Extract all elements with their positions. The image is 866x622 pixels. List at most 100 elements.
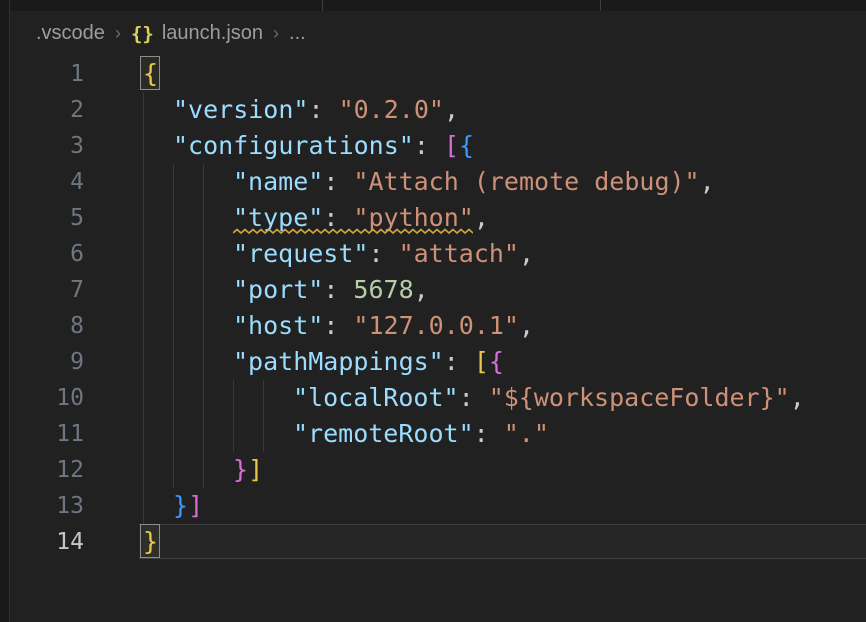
code-token: } (143, 527, 158, 556)
code-editor[interactable]: 1{2"version": "0.2.0",3"configurations":… (10, 56, 866, 622)
indent-guide (173, 272, 174, 308)
indent-guide (203, 380, 204, 416)
code-line[interactable]: 3 "configurations": [{ (10, 128, 866, 164)
code-token: "request" (233, 239, 368, 268)
line-content[interactable]: }] (233, 452, 263, 488)
code-token: , (444, 95, 459, 124)
indent-guide (143, 164, 144, 200)
code-token: : (323, 167, 353, 196)
chevron-right-icon: › (273, 23, 279, 44)
indent-guide (143, 308, 144, 344)
code-line[interactable]: 1{ (10, 56, 866, 92)
code-line[interactable]: 10 "localRoot": "${workspaceFolder}", (10, 380, 866, 416)
code-line[interactable]: 6 "request": "attach", (10, 236, 866, 272)
line-content[interactable]: "remoteRoot": "." (293, 416, 549, 452)
line-number[interactable]: 2 (10, 92, 84, 128)
code-line[interactable]: 5"type": "python", (10, 200, 866, 236)
line-content[interactable]: "request": "attach", (233, 236, 534, 272)
breadcrumb-item-vscode[interactable]: .vscode (36, 22, 105, 45)
indent-guide (263, 380, 264, 416)
code-token: "Attach (remote debug)" (353, 167, 699, 196)
code-line[interactable]: 7 "port": 5678, (10, 272, 866, 308)
indent-guide (143, 128, 144, 164)
code-token: 5678 (353, 275, 413, 304)
code-token: "${workspaceFolder}" (489, 383, 790, 412)
line-number[interactable]: 6 (10, 236, 84, 272)
line-number[interactable]: 10 (10, 380, 84, 416)
indent-guide (143, 236, 144, 272)
line-content[interactable]: { (143, 56, 158, 92)
breadcrumb-item-file[interactable]: launch.json (162, 22, 263, 45)
indent-guide (203, 236, 204, 272)
line-number[interactable]: 4 (10, 164, 84, 200)
code-line[interactable]: 8 "host": "127.0.0.1", (10, 308, 866, 344)
code-token: : (474, 419, 504, 448)
code-token: { (143, 59, 158, 88)
code-line[interactable]: 9 "pathMappings": [{ (10, 344, 866, 380)
line-number[interactable]: 12 (10, 452, 84, 488)
tab-bar[interactable] (10, 0, 866, 11)
current-line-highlight (139, 524, 866, 559)
code-token: : (368, 239, 398, 268)
indent-guide (143, 416, 144, 452)
code-line[interactable]: 4 "name": "Attach (remote debug)", (10, 164, 866, 200)
indent-guide (203, 164, 204, 200)
line-number[interactable]: 11 (10, 416, 84, 452)
line-content[interactable]: } (143, 524, 158, 560)
tab-separator (600, 0, 601, 11)
json-file-icon: {} (131, 23, 154, 45)
line-content[interactable]: "name": "Attach (remote debug)", (233, 164, 715, 200)
line-number[interactable]: 13 (10, 488, 84, 524)
code-token: { (459, 131, 474, 160)
code-token: , (519, 311, 534, 340)
code-line[interactable]: 2 "version": "0.2.0", (10, 92, 866, 128)
line-content[interactable]: "localRoot": "${workspaceFolder}", (293, 380, 805, 416)
code-token: "pathMappings" (233, 347, 444, 376)
line-number[interactable]: 8 (10, 308, 84, 344)
line-number[interactable]: 1 (10, 56, 84, 92)
tab-separator (322, 0, 323, 11)
indent-guide (173, 416, 174, 452)
code-token: : (323, 311, 353, 340)
line-content[interactable]: "configurations": [{ (173, 128, 474, 164)
line-content[interactable]: "version": "0.2.0", (173, 92, 459, 128)
code-line[interactable]: 11 "remoteRoot": "." (10, 416, 866, 452)
line-content[interactable]: "pathMappings": [{ (233, 344, 504, 380)
line-content[interactable]: "port": 5678, (233, 272, 429, 308)
indent-guide (143, 380, 144, 416)
line-number[interactable]: 14 (10, 524, 84, 560)
indent-guide (173, 452, 174, 488)
line-number[interactable]: 7 (10, 272, 84, 308)
indent-guide (143, 200, 144, 236)
code-token: [ (474, 347, 489, 376)
code-token: { (489, 347, 504, 376)
indent-guide (173, 200, 174, 236)
code-line[interactable]: 13}] (10, 488, 866, 524)
code-token: "attach" (399, 239, 519, 268)
indent-guide (143, 488, 144, 524)
line-number[interactable]: 9 (10, 344, 84, 380)
line-number[interactable]: 5 (10, 200, 84, 236)
line-content[interactable]: "host": "127.0.0.1", (233, 308, 534, 344)
code-token: , (790, 383, 805, 412)
breadcrumb-item-symbol[interactable]: ... (289, 22, 306, 45)
indent-guide (143, 344, 144, 380)
indent-guide (173, 344, 174, 380)
code-token: "localRoot" (293, 383, 459, 412)
code-token: , (414, 275, 429, 304)
code-token: , (519, 239, 534, 268)
indent-guide (203, 308, 204, 344)
indent-guide (203, 272, 204, 308)
chevron-right-icon: › (115, 23, 121, 44)
code-token: "." (504, 419, 549, 448)
code-line[interactable]: 14} (10, 524, 866, 560)
indent-guide (173, 380, 174, 416)
indent-guide (143, 272, 144, 308)
warning-squiggle (233, 228, 473, 235)
window-left-border (0, 0, 10, 622)
line-content[interactable]: }] (173, 488, 203, 524)
code-line[interactable]: 12}] (10, 452, 866, 488)
line-number[interactable]: 3 (10, 128, 84, 164)
code-token: "name" (233, 167, 323, 196)
indent-guide (143, 92, 144, 128)
